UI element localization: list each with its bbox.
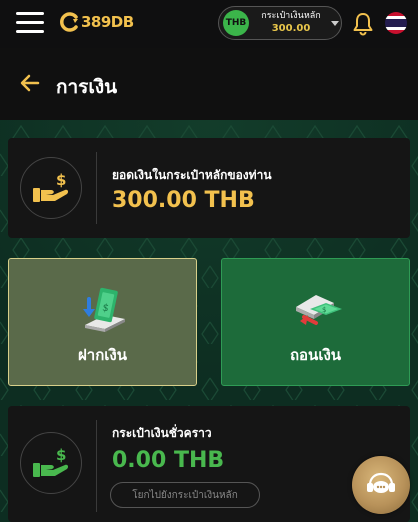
deposit-button[interactable]: $ ฝากเงิน (8, 258, 197, 386)
wallet-label: กระเป๋าเงินหลัก (261, 11, 321, 21)
withdraw-label: ถอนเงิน (289, 346, 342, 364)
page-title: การเงิน (56, 76, 118, 98)
hamburger-icon[interactable] (16, 12, 46, 34)
temporary-wallet-label: กระเป๋าเงินชั่วคราว (112, 426, 212, 440)
back-arrow-icon[interactable] (20, 74, 40, 92)
chat-support-button[interactable] (352, 456, 410, 514)
currency-badge: THB (223, 10, 249, 36)
temporary-wallet-card: $ กระเป๋าเงินชั่วคราว 0.00 THB โยกไปยังก… (8, 406, 410, 522)
deposit-label: ฝากเงิน (78, 346, 127, 364)
temporary-wallet-value: 0.00 THB (112, 448, 225, 473)
withdraw-icon: $ (296, 295, 342, 325)
wallet-amount: 300.00 (271, 23, 311, 34)
logo-mark-icon (60, 12, 78, 32)
divider (96, 420, 97, 512)
transfer-to-main-button[interactable]: โยกไปยังกระเป๋าเงินหลัก (110, 482, 260, 508)
svg-text:$: $ (56, 446, 66, 464)
hand-money-icon: $ (20, 157, 82, 219)
chevron-down-icon (331, 20, 339, 26)
hand-money-icon: $ (20, 432, 82, 494)
logo[interactable]: 389DB (58, 11, 134, 33)
main-balance-value: 300.00 THB (112, 188, 255, 213)
svg-text:$: $ (322, 306, 326, 314)
main-balance-label: ยอดเงินในกระเป๋าหลักของท่าน (112, 168, 272, 182)
withdraw-button[interactable]: $ ถอนเงิน (221, 258, 410, 386)
deposit-icon: $ (83, 287, 125, 332)
wallet-selector[interactable]: THB กระเป๋าเงินหลัก 300.00 (218, 6, 342, 40)
thai-flag-icon[interactable] (385, 12, 407, 34)
page-header: การเงิน (0, 48, 418, 120)
svg-text:$: $ (56, 171, 66, 189)
logo-text: 389DB (81, 13, 134, 31)
bell-icon[interactable] (352, 12, 374, 36)
divider (96, 152, 97, 224)
main-balance-card: $ ยอดเงินในกระเป๋าหลักของท่าน 300.00 THB (8, 138, 410, 238)
top-bar: 389DB THB กระเป๋าเงินหลัก 300.00 (0, 0, 418, 48)
chat-support-icon (367, 472, 395, 493)
